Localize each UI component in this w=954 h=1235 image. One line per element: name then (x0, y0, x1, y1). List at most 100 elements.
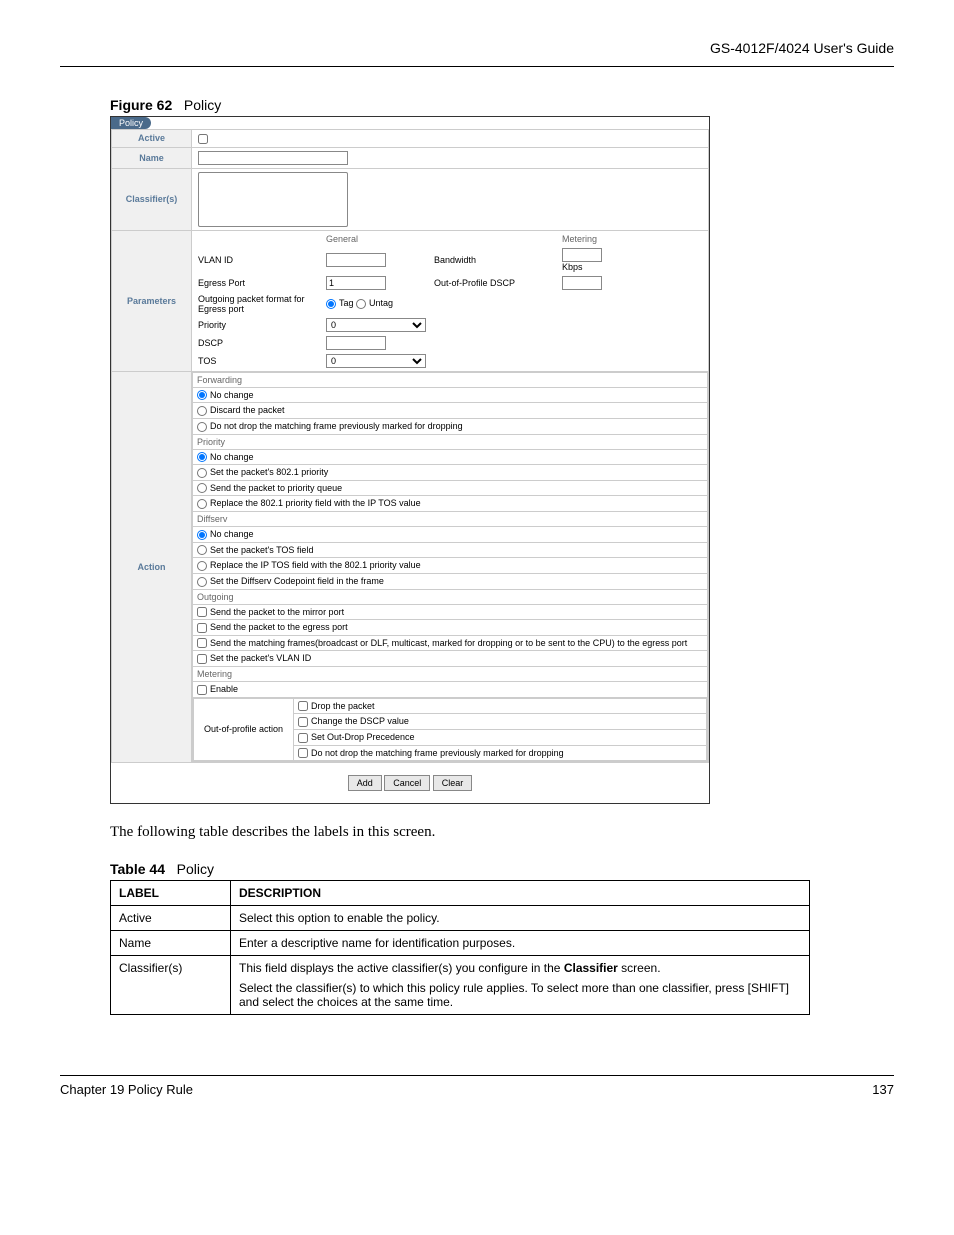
dscp-input[interactable] (326, 336, 386, 350)
metering-section-header: Metering (193, 667, 708, 682)
out-setvlan-checkbox[interactable] (197, 654, 207, 664)
add-button[interactable]: Add (348, 775, 382, 791)
ds-replace-label: Replace the IP TOS field with the 802.1 … (210, 560, 421, 570)
th-desc: DESCRIPTION (231, 881, 810, 906)
out-egress-label: Send the packet to the egress port (210, 622, 348, 632)
table-title: Policy (177, 861, 214, 877)
out-mirror-label: Send the packet to the mirror port (210, 607, 344, 617)
action-cell: Forwarding No change Discard the packet … (192, 371, 709, 763)
pri-set8021-radio[interactable] (197, 468, 207, 478)
ds-setcp-radio[interactable] (197, 577, 207, 587)
page-header: GS-4012F/4024 User's Guide (60, 40, 894, 67)
table-label: Table 44 (110, 861, 165, 877)
out-mirror-checkbox[interactable] (197, 607, 207, 617)
dscp-label: DSCP (198, 338, 318, 348)
button-row: Add Cancel Clear (111, 763, 709, 803)
active-checkbox[interactable] (198, 134, 208, 144)
ds-nochange-radio[interactable] (197, 530, 207, 540)
row-label: Classifier(s) (111, 956, 231, 1015)
priority-select[interactable]: 0 (326, 318, 426, 332)
out-setvlan-label: Set the packet's VLAN ID (210, 653, 311, 663)
metering-header: Metering (562, 234, 622, 244)
vlan-id-label: VLAN ID (198, 255, 318, 265)
row-desc: Enter a descriptive name for identificat… (231, 931, 810, 956)
out-egress-checkbox[interactable] (197, 623, 207, 633)
met-enable-label: Enable (210, 684, 238, 694)
oop-drop-label: Drop the packet (311, 701, 375, 711)
parameters-cell: General Metering VLAN ID Bandwidth Kbps … (192, 230, 709, 371)
figure-label: Figure 62 (110, 97, 172, 113)
fwd-discard-radio[interactable] (197, 406, 207, 416)
pri-replace-radio[interactable] (197, 499, 207, 509)
active-label: Active (112, 130, 192, 148)
ds-setcp-label: Set the Diffserv Codepoint field in the … (210, 576, 384, 586)
pri-sendqueue-label: Send the packet to priority queue (210, 483, 342, 493)
classifiers-label: Classifier(s) (112, 168, 192, 230)
tos-label: TOS (198, 356, 318, 366)
untag-label: Untag (369, 298, 393, 308)
fwd-donotdrop-radio[interactable] (197, 422, 207, 432)
policy-tab: Policy (111, 117, 151, 129)
out-matching-label: Send the matching frames(broadcast or DL… (210, 638, 687, 648)
table-row: Active Select this option to enable the … (111, 906, 810, 931)
footer-chapter: Chapter 19 Policy Rule (60, 1082, 193, 1097)
priority-header: Priority (193, 434, 708, 449)
cancel-button[interactable]: Cancel (384, 775, 430, 791)
name-input[interactable] (198, 151, 348, 165)
kbps-label: Kbps (562, 262, 583, 272)
fwd-donotdrop-label: Do not drop the matching frame previousl… (210, 421, 463, 431)
oop-donotdrop-checkbox[interactable] (298, 748, 308, 758)
table-row: Classifier(s) This field displays the ac… (111, 956, 810, 1015)
clear-button[interactable]: Clear (433, 775, 473, 791)
untag-radio[interactable] (356, 299, 366, 309)
vlan-id-input[interactable] (326, 253, 386, 267)
figure-title: Policy (184, 97, 221, 113)
guide-title: GS-4012F/4024 User's Guide (710, 40, 894, 56)
fwd-nochange-label: No change (210, 390, 254, 400)
pri-sendqueue-radio[interactable] (197, 483, 207, 493)
egress-port-input[interactable] (326, 276, 386, 290)
fwd-discard-label: Discard the packet (210, 405, 285, 415)
bandwidth-label: Bandwidth (434, 255, 554, 265)
tos-select[interactable]: 0 (326, 354, 426, 368)
name-label: Name (112, 147, 192, 168)
tag-radio[interactable] (326, 299, 336, 309)
egress-port-label: Egress Port (198, 278, 318, 288)
outgoing-header: Outgoing (193, 589, 708, 604)
action-label: Action (112, 371, 192, 763)
table-caption: Table 44 Policy (110, 861, 894, 877)
oop-setprec-checkbox[interactable] (298, 733, 308, 743)
oop-drop-checkbox[interactable] (298, 701, 308, 711)
parameters-label: Parameters (112, 230, 192, 371)
pri-nochange-radio[interactable] (197, 452, 207, 462)
row-label: Active (111, 906, 231, 931)
pri-replace-label: Replace the 802.1 priority field with th… (210, 498, 421, 508)
oop-donotdrop-label: Do not drop the matching frame previousl… (311, 748, 564, 758)
oop-change-label: Change the DSCP value (311, 716, 409, 726)
out-profile-dscp-input[interactable] (562, 276, 602, 290)
page-footer: Chapter 19 Policy Rule 137 (60, 1075, 894, 1097)
policy-screenshot: Policy Active Name Classifier(s) Paramet… (110, 116, 710, 804)
met-enable-checkbox[interactable] (197, 685, 207, 695)
oop-change-checkbox[interactable] (298, 717, 308, 727)
pri-nochange-label: No change (210, 452, 254, 462)
policy-form-table: Active Name Classifier(s) Parameters Gen… (111, 129, 709, 763)
outgoing-fmt-label: Outgoing packet format for Egress port (198, 294, 318, 314)
ds-nochange-label: No change (210, 529, 254, 539)
ds-settos-radio[interactable] (197, 545, 207, 555)
row-desc: This field displays the active classifie… (231, 956, 810, 1015)
out-matching-checkbox[interactable] (197, 638, 207, 648)
diffserv-header: Diffserv (193, 512, 708, 527)
row-desc: Select this option to enable the policy. (231, 906, 810, 931)
pri-set8021-label: Set the packet's 802.1 priority (210, 467, 328, 477)
bandwidth-input[interactable] (562, 248, 602, 262)
out-profile-dscp-label: Out-of-Profile DSCP (434, 278, 554, 288)
tag-label: Tag (339, 298, 354, 308)
ds-replace-radio[interactable] (197, 561, 207, 571)
oop-label: Out-of-profile action (194, 698, 294, 761)
classifiers-select[interactable] (198, 172, 348, 227)
fwd-nochange-radio[interactable] (197, 390, 207, 400)
priority-label: Priority (198, 320, 318, 330)
forwarding-header: Forwarding (193, 372, 708, 387)
table-row: Name Enter a descriptive name for identi… (111, 931, 810, 956)
